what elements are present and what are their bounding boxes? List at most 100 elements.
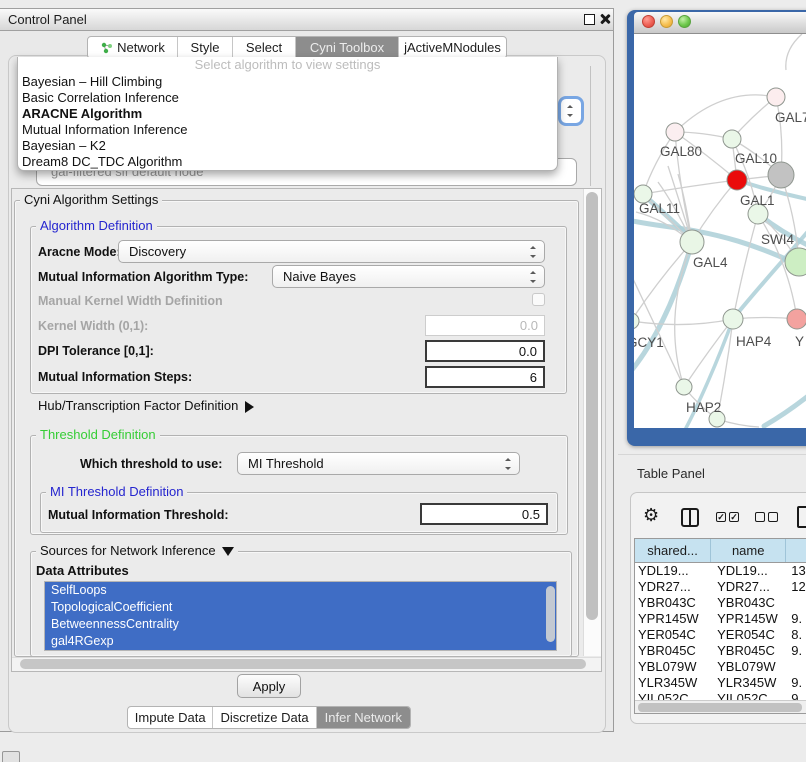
tab-cyni-toolbox-label: Cyni Toolbox <box>310 40 384 55</box>
column-header-partial[interactable] <box>786 539 806 562</box>
node-gal80[interactable] <box>666 123 684 141</box>
popup-item[interactable]: Dream8 DC_TDC Algorithm <box>18 154 557 170</box>
mi-threshold-input[interactable]: 0.5 <box>420 503 548 525</box>
tab-impute-data-label: Impute Data <box>135 710 206 725</box>
node-salmon[interactable] <box>787 309 806 329</box>
attribute-list-scrollbar[interactable] <box>546 586 555 642</box>
tab-infer-network-label: Infer Network <box>325 710 402 725</box>
svg-text:GAL4: GAL4 <box>693 255 728 270</box>
panel-divider <box>618 454 806 455</box>
zoom-traffic-light[interactable] <box>678 15 691 28</box>
tab-infer-network[interactable]: Infer Network <box>317 707 410 728</box>
mi-type-value: Naive Bayes <box>283 269 356 284</box>
close-traffic-light[interactable] <box>642 15 655 28</box>
threshold-definition-title: Threshold Definition <box>36 428 160 442</box>
popup-item[interactable]: Mutual Information Inference <box>18 122 557 138</box>
which-threshold-label: Which threshold to use: <box>80 457 222 471</box>
popup-item-selected[interactable]: ARACNE Algorithm <box>18 106 557 122</box>
tab-network[interactable]: Network <box>88 37 178 58</box>
attribute-item-selected[interactable]: BetweennessCentrality <box>45 616 556 633</box>
tab-impute-data[interactable]: Impute Data <box>128 707 213 728</box>
table-row[interactable]: YDL19...YDL19...13 <box>635 563 806 579</box>
mi-steps-input[interactable]: 6 <box>425 366 545 388</box>
mi-steps-label: Mutual Information Steps: <box>38 370 192 384</box>
kernel-width-input[interactable]: 0.0 <box>425 315 545 336</box>
popup-item[interactable]: Bayesian – Hill Climbing <box>18 74 557 90</box>
column-header-name[interactable]: name <box>711 539 786 562</box>
sources-title[interactable]: Sources for Network Inference <box>36 544 238 558</box>
control-panel-titlebar[interactable] <box>0 8 614 31</box>
tab-style[interactable]: Style <box>178 37 233 58</box>
chevron-updown-icon <box>505 458 512 470</box>
aracne-mode-select[interactable]: Discovery <box>118 240 545 263</box>
mi-threshold-value: 0.5 <box>522 507 540 522</box>
node-gal1-selected[interactable] <box>727 170 747 190</box>
popup-item[interactable]: Bayesian – K2 <box>18 138 557 154</box>
float-window-icon[interactable] <box>584 14 595 25</box>
apply-button[interactable]: Apply <box>237 674 301 698</box>
checked-box-icon[interactable]: ✓ <box>729 512 739 522</box>
table-row[interactable]: YLR345WYLR345W9. <box>635 675 806 691</box>
kernel-width-label: Kernel Width (0,1): <box>38 319 148 333</box>
table-row[interactable]: YBR045CYBR045C9. <box>635 643 806 659</box>
node-gal7[interactable] <box>767 88 785 106</box>
network-icon <box>100 41 113 54</box>
table-row[interactable]: YDR27...YDR27...12 <box>635 579 806 595</box>
file-icon[interactable] <box>797 506 806 528</box>
manual-kernel-checkbox[interactable] <box>532 293 545 306</box>
table-hscrollbar-thumb[interactable] <box>638 703 802 712</box>
settings-vscrollbar-thumb[interactable] <box>586 192 598 620</box>
node-hap4[interactable] <box>723 309 743 329</box>
tab-jactivemnodules[interactable]: jActiveMNodules <box>399 37 506 58</box>
attribute-item-selected[interactable]: TopologicalCoefficient <box>45 599 556 616</box>
gear-icon[interactable]: ⚙ <box>643 505 659 525</box>
dpi-tolerance-input[interactable]: 0.0 <box>425 340 545 362</box>
table-row[interactable]: YBL079WYBL079W <box>635 659 806 675</box>
sources-title-label: Sources for Network Inference <box>40 543 216 558</box>
minimized-panel-icon[interactable] <box>2 751 20 762</box>
hub-definition-toggle[interactable]: Hub/Transcription Factor Definition <box>38 398 254 413</box>
manual-kernel-label: Manual Kernel Width Definition <box>38 294 223 308</box>
tab-network-label: Network <box>117 40 165 55</box>
network-canvas[interactable]: GAL7 GAL80 GAL10 GAL1 GAL11 SWI4 GAL4 GC… <box>634 34 806 428</box>
algorithm-popup: Select algorithm to view settings Bayesi… <box>17 57 558 171</box>
attribute-item-selected[interactable]: gal4RGexp <box>45 633 556 650</box>
which-threshold-select[interactable]: MI Threshold <box>237 452 520 475</box>
algorithm-combo-stepper[interactable] <box>558 96 584 126</box>
svg-text:GAL1: GAL1 <box>740 193 775 208</box>
checked-box-icon[interactable]: ✓ <box>716 512 726 522</box>
edges-teal <box>634 180 806 428</box>
chevron-updown-icon <box>567 105 574 117</box>
cyni-algorithm-settings-title: Cyni Algorithm Settings <box>20 193 162 207</box>
table-row[interactable]: YPR145WYPR145W9. <box>635 611 806 627</box>
chevron-updown-icon <box>530 246 537 258</box>
unchecked-box-icon[interactable] <box>755 512 765 522</box>
attribute-item-selected[interactable]: SelfLoops <box>45 582 556 599</box>
minimize-traffic-light[interactable] <box>660 15 673 28</box>
tab-discretize-data[interactable]: Discretize Data <box>213 707 316 728</box>
node-hap2[interactable] <box>676 379 692 395</box>
tab-discretize-data-label: Discretize Data <box>220 710 308 725</box>
mi-type-select[interactable]: Naive Bayes <box>272 265 545 288</box>
popup-item[interactable]: Basic Correlation Inference <box>18 90 557 106</box>
tab-cyni-toolbox[interactable]: Cyni Toolbox <box>296 37 399 58</box>
cyni-mode-tabs: Impute Data Discretize Data Infer Networ… <box>127 706 411 729</box>
table-row[interactable]: YER054CYER054C8. <box>635 627 806 643</box>
node-gal4[interactable] <box>680 230 704 254</box>
close-icon[interactable] <box>599 13 611 25</box>
svg-text:GAL10: GAL10 <box>735 151 777 166</box>
table-row[interactable]: YBR043CYBR043C <box>635 595 806 611</box>
columns-icon[interactable] <box>681 508 699 527</box>
tab-select[interactable]: Select <box>233 37 296 58</box>
popup-prompt: Select algorithm to view settings <box>18 57 557 74</box>
settings-hscrollbar-thumb[interactable] <box>20 659 586 669</box>
column-header-shared-name[interactable]: shared... <box>635 539 711 562</box>
tab-style-label: Style <box>191 40 220 55</box>
unchecked-box-icon[interactable] <box>768 512 778 522</box>
network-graph: GAL7 GAL80 GAL10 GAL1 GAL11 SWI4 GAL4 GC… <box>634 34 806 428</box>
table-hscrollbar-track[interactable] <box>635 700 806 713</box>
node-gcy1[interactable] <box>634 313 639 329</box>
node-gal10[interactable] <box>723 130 741 148</box>
svg-text:GAL11: GAL11 <box>639 201 680 216</box>
svg-text:GCY1: GCY1 <box>634 335 664 350</box>
